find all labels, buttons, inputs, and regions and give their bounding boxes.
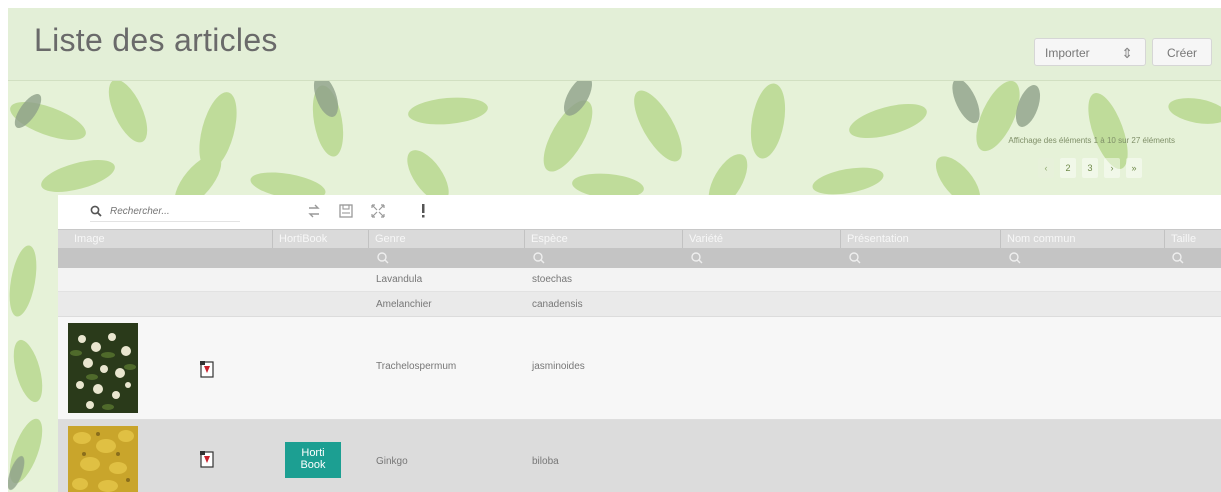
import-button-label: Importer [1045,46,1090,60]
table-row[interactable]: Amelanchier canadensis [58,292,1221,317]
cell-genre: Trachelospermum [376,361,457,372]
import-button[interactable]: Importer ⇕ [1034,38,1146,66]
column-header-taille[interactable]: Taille [1164,230,1221,249]
cell-genre: Ginkgo [376,456,408,467]
swap-icon[interactable] [305,202,323,220]
column-header-genre[interactable]: Genre [368,230,524,249]
expand-icon[interactable] [369,202,387,220]
cell-espece: canadensis [532,299,583,310]
filter-espece-search-icon[interactable] [532,250,546,266]
cell-espece: stoechas [532,274,573,285]
filter-variete-search-icon[interactable] [690,250,704,266]
app-frame: Liste des articles Importer ⇕ Créer Affi… [8,8,1221,492]
pdf-file-icon[interactable] [199,450,215,468]
import-dropdown-icon[interactable]: ⇕ [1121,39,1133,67]
page-next-button[interactable]: › [1104,158,1120,178]
page-prev-button[interactable]: ‹ [1038,158,1054,178]
range-info: Affichage des éléments 1 à 10 sur 27 élé… [1008,136,1175,145]
hortibook-badge[interactable]: Horti Book [285,442,341,478]
cell-espece: jasminoides [532,361,585,372]
column-header-nom-commun[interactable]: Nom commun [1000,230,1164,249]
filter-taille-search-icon[interactable] [1171,250,1185,266]
articles-panel: Image HortiBook Genre Espèce Variété Pré… [58,195,1221,492]
page-last-button[interactable]: » [1126,158,1142,178]
page-title: Liste des articles [34,22,278,58]
page-header: Liste des articles Importer ⇕ Créer [8,8,1221,81]
page-3-button[interactable]: 3 [1082,158,1098,178]
filter-presentation-search-icon[interactable] [848,250,862,266]
search-input[interactable] [110,203,238,219]
search-icon [90,205,102,217]
pdf-file-icon[interactable] [199,360,215,378]
table-row[interactable]: Horti Book Ginkgo biloba [58,420,1221,492]
table-row[interactable]: Lavandula stoechas [58,268,1221,292]
filter-genre-search-icon[interactable] [376,250,390,266]
filter-nom-commun-search-icon[interactable] [1008,250,1022,266]
hortibook-badge-line2: Book [300,459,326,471]
column-header-image[interactable]: Image [68,230,272,249]
save-icon[interactable] [337,202,355,220]
cell-espece: biloba [532,456,559,467]
hortibook-badge-line1: Horti [301,447,325,459]
column-header-espece[interactable]: Espèce [524,230,682,249]
plant-thumbnail-trachelospermum[interactable] [68,323,138,413]
plant-thumbnail-ginkgo[interactable] [68,426,138,492]
cell-genre: Lavandula [376,274,423,285]
table-header: Image HortiBook Genre Espèce Variété Pré… [58,229,1221,249]
search-box [90,203,240,222]
more-vertical-icon[interactable] [414,202,432,220]
column-header-variete[interactable]: Variété [682,230,840,249]
table-row[interactable]: Trachelospermum jasminoides [58,317,1221,420]
create-button[interactable]: Créer [1152,38,1212,66]
page-2-button[interactable]: 2 [1060,158,1076,178]
column-header-presentation[interactable]: Présentation [840,230,1000,249]
filter-row [58,248,1221,268]
column-header-hortibook[interactable]: HortiBook [272,230,368,249]
grid-toolbar [58,195,1221,229]
cell-genre: Amelanchier [376,299,432,310]
